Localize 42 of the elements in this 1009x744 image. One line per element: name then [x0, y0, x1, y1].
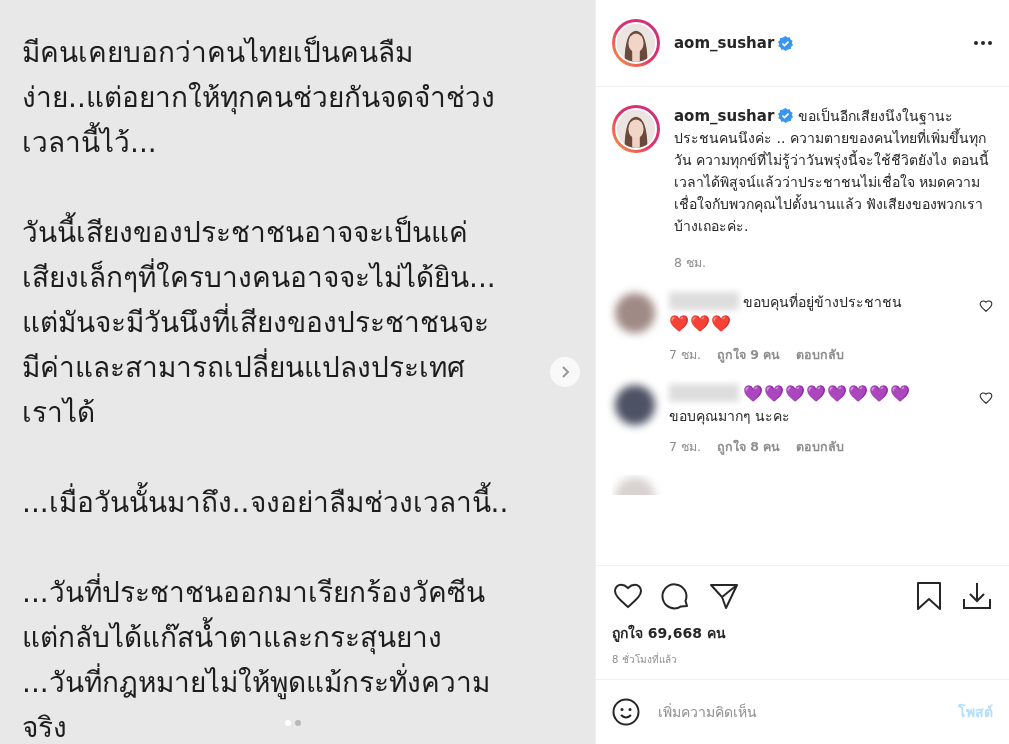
chevron-right-icon — [560, 365, 570, 379]
slide-text-line: มีค่าและสามารถเปลี่ยนแปลงประเทศ — [22, 345, 465, 390]
comment-emoji: ❤❤❤ — [669, 314, 732, 333]
slide-text-line: ...วันที่กฎหมายไม่ให้พูดแม้กระทั่งความ — [22, 660, 490, 705]
like-comment-icon[interactable] — [979, 391, 993, 405]
slide-text-line: ง่าย..แต่อยากให้ทุกคนช่วยกันจดจำช่วง — [22, 80, 495, 117]
caption-text: aom_sushar ขอเป็นอีกเสียงนึงในฐานะประชนคนนึงค่ะ .. ความตายของคนไทยที่เพิ่มขึ้นทุกวัน ความทุกข์ที่ไม่รู้ว่าวันพรุ่งนี้จะใช้ชีวิตยังไง ตอนนี้เวลาได้พิสูจน์แล้วว่าประชาชนไม่เชื่อใจ หมดความเชื่อใจกับพวกคุณไปตั้งนานแล้ว ฟังเสียงของพวกเราบ้างเถอะค่ะ. — [674, 106, 990, 236]
verified-badge-icon — [778, 108, 794, 123]
comment-text: ขอบคุนที่อยู่ข้างประชาชน — [743, 294, 902, 310]
verified-badge-icon — [778, 35, 794, 51]
comment-time: 7 ชม. — [669, 346, 701, 364]
slide-text-line: แต่มันจะมีวันนึงที่เสียงของประชาชนจะ — [22, 300, 489, 345]
slide-text-line: เราได้ — [22, 395, 95, 431]
username-link[interactable]: aom_sushar — [674, 34, 775, 52]
comment-time: 7 ชม. — [669, 438, 701, 456]
commenter-avatar[interactable] — [615, 293, 655, 333]
post-timestamp: 8 ชั่วโมงที่แล้ว — [612, 652, 678, 667]
comment-emoji: 💜💜💜💜💜💜💜💜 — [743, 384, 911, 403]
more-options-icon[interactable] — [973, 40, 993, 46]
comment-likes-link[interactable]: ถูกใจ 8 คน — [716, 437, 781, 457]
slide-text-line: เวลานี้ไว้... — [22, 120, 157, 165]
slide-text-line: วันนี้เสียงของประชาชนอาจจะเป็นแค่ — [22, 210, 468, 255]
emoji-icon[interactable] — [612, 698, 640, 726]
slide-text-line: แต่กลับได้แก๊สน้ำตาและกระสุนยาง — [22, 615, 442, 660]
slide-text-line: ...วันที่ประชาชนออกมาเรียกร้องวัคซีน — [22, 570, 485, 615]
profile-avatar[interactable] — [612, 19, 660, 67]
reply-link[interactable]: ตอบกลับ — [796, 437, 845, 457]
profile-avatar[interactable] — [612, 105, 660, 153]
slide-text-line: มีคนเคยบอกว่าคนไทยเป็นคนลืม — [22, 34, 413, 71]
post-time: 8 ชม. — [674, 254, 706, 272]
comment-likes-link[interactable]: ถูกใจ 9 คน — [716, 345, 781, 365]
like-comment-icon[interactable] — [979, 299, 993, 313]
commenter-avatar[interactable] — [615, 385, 655, 425]
slide-text-line: เสียงเล็กๆที่ใครบางคนอาจจะไม่ได้ยิน... — [22, 255, 496, 300]
comment-text: ขอบคุณมากๆ นะคะ — [669, 408, 791, 424]
download-icon[interactable] — [961, 580, 993, 612]
reply-link[interactable]: ตอบกลับ — [796, 345, 845, 365]
comment-field[interactable]: เพิ่มความคิดเห็น — [656, 703, 942, 721]
likes-count[interactable]: ถูกใจ 69,668 คน — [612, 622, 993, 644]
slide-text-line: จริง — [22, 710, 67, 744]
slide-text-line: ...เมื่อวันนั้นมาถึง..จงอย่าลืมช่วงเวลานี้.. — [22, 480, 509, 525]
slide-dot[interactable] — [295, 720, 301, 726]
